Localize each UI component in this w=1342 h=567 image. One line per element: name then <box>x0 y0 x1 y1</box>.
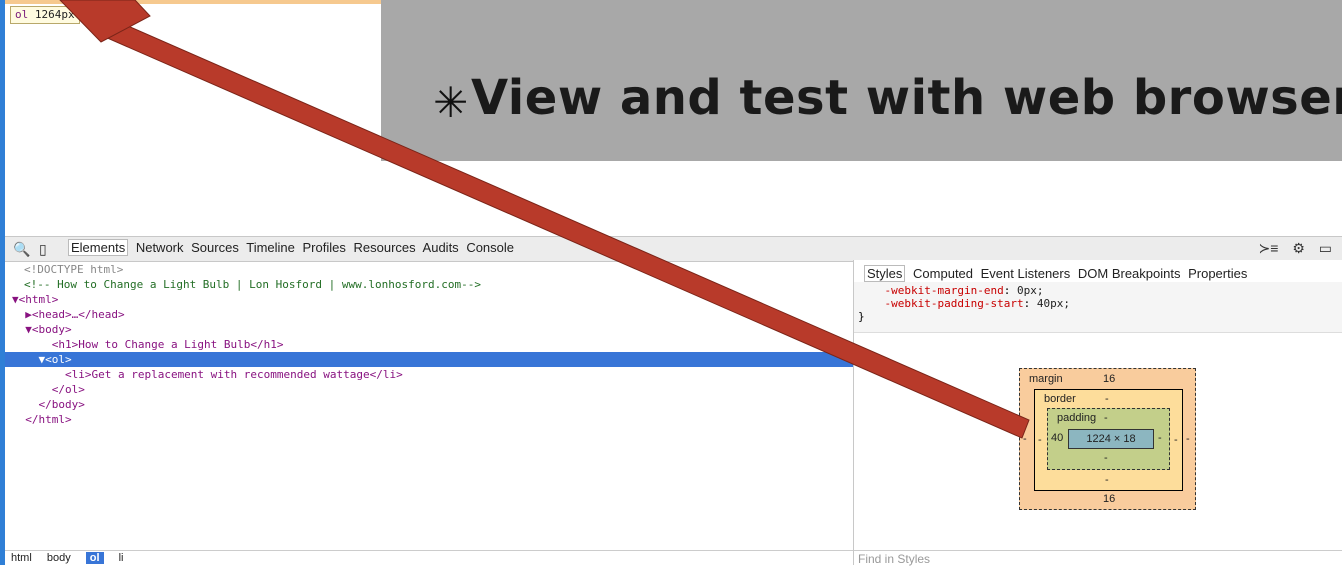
breadcrumb-html[interactable]: html <box>11 552 32 564</box>
dock-icon[interactable]: ▭ <box>1319 240 1332 256</box>
box-model-border: border - - - - padding - - 40 - 1224 × 1… <box>1034 389 1183 491</box>
margin-top-value[interactable]: 16 <box>1103 373 1115 385</box>
box-model-margin: margin 16 16 - - border - - - - padding … <box>1019 368 1196 510</box>
border-label: border <box>1044 393 1076 405</box>
devtools-toolbar: 🔍 ▯ Elements Network Sources Timeline Pr… <box>5 236 1342 262</box>
tooltip-tag: ol <box>15 8 29 21</box>
tab-sources[interactable]: Sources <box>191 240 239 255</box>
slide-text: View and test with web browser <box>471 70 1342 126</box>
css-close-brace: } <box>858 310 865 323</box>
devtools-tabs: Elements Network Sources Timeline Profil… <box>68 239 518 256</box>
tab-dom-breakpoints[interactable]: DOM Breakpoints <box>1078 266 1181 281</box>
dom-line[interactable]: ▼<body> <box>5 322 853 337</box>
tooltip-size: 1264px <box>34 8 75 21</box>
search-icon[interactable]: 🔍 <box>13 241 30 258</box>
breadcrumb-li[interactable]: li <box>119 552 124 564</box>
tab-profiles[interactable]: Profiles <box>303 240 346 255</box>
margin-bottom-value[interactable]: 16 <box>1103 493 1115 505</box>
padding-right-value[interactable]: - <box>1158 432 1162 444</box>
margin-label: margin <box>1029 373 1063 385</box>
border-bottom-value[interactable]: - <box>1105 474 1109 486</box>
padding-label: padding <box>1057 412 1097 424</box>
element-highlight <box>5 0 381 4</box>
tab-audits[interactable]: Audits <box>423 240 459 255</box>
dom-line[interactable]: <!DOCTYPE html> <box>5 262 853 277</box>
breadcrumb-ol[interactable]: ol <box>85 552 104 564</box>
find-in-styles-input[interactable]: Find in Styles <box>854 550 1342 566</box>
tab-console[interactable]: Console <box>466 240 514 255</box>
elements-tree: <!DOCTYPE html> <!-- How to Change a Lig… <box>5 262 853 550</box>
box-model-content[interactable]: 1224 × 18 <box>1068 429 1154 449</box>
dom-line[interactable]: </ol> <box>5 382 853 397</box>
tab-event-listeners[interactable]: Event Listeners <box>981 266 1071 281</box>
devtools-right-icons: ≻≡ ⚙ ▭ <box>1249 240 1332 257</box>
dom-line-selected[interactable]: ▼<ol> <box>5 352 853 367</box>
tab-computed[interactable]: Computed <box>913 266 973 281</box>
padding-left-value[interactable]: 40 <box>1051 432 1063 444</box>
box-model-padding: padding - - 40 - 1224 × 18 <box>1047 408 1170 470</box>
css-rule-block: -webkit-margin-end: 0px; -webkit-padding… <box>854 282 1342 333</box>
drawer-icon[interactable]: ≻≡ <box>1259 240 1279 256</box>
border-top-value[interactable]: - <box>1105 393 1109 405</box>
device-mode-icon[interactable]: ▯ <box>39 241 47 258</box>
styles-tabs: Styles Computed Event Listeners DOM Brea… <box>864 265 1251 282</box>
padding-bottom-value[interactable]: - <box>1104 452 1108 464</box>
slide-banner: ✳ View and test with web browser <box>381 0 1342 161</box>
tab-network[interactable]: Network <box>136 240 184 255</box>
gear-icon[interactable]: ⚙ <box>1292 240 1305 256</box>
box-model-diagram: margin 16 16 - - border - - - - padding … <box>1019 368 1196 510</box>
dom-line[interactable]: <li>Get a replacement with recommended w… <box>5 367 853 382</box>
padding-top-value[interactable]: - <box>1104 412 1108 424</box>
tab-timeline[interactable]: Timeline <box>246 240 295 255</box>
border-right-value[interactable]: - <box>1174 434 1178 446</box>
css-declaration[interactable]: -webkit-margin-end: 0px; <box>854 284 1342 297</box>
dom-line[interactable]: </html> <box>5 412 853 427</box>
bullet-icon: ✳ <box>433 78 469 127</box>
breadcrumb: html body ol li <box>5 550 853 566</box>
css-declaration[interactable]: -webkit-padding-start: 40px; <box>854 297 1342 310</box>
tab-resources[interactable]: Resources <box>354 240 416 255</box>
dom-line[interactable]: ▶<head>…</head> <box>5 307 853 322</box>
margin-right-value[interactable]: - <box>1186 433 1190 445</box>
tab-properties[interactable]: Properties <box>1188 266 1247 281</box>
dom-line[interactable]: <h1>How to Change a Light Bulb</h1> <box>5 337 853 352</box>
dom-line[interactable]: </body> <box>5 397 853 412</box>
dom-line[interactable]: ▼<html> <box>5 292 853 307</box>
element-size-tooltip: ol 1264px <box>10 6 80 24</box>
dom-line[interactable]: <!-- How to Change a Light Bulb | Lon Ho… <box>5 277 853 292</box>
border-left-value[interactable]: - <box>1038 434 1042 446</box>
tab-styles[interactable]: Styles <box>864 265 906 282</box>
tab-elements[interactable]: Elements <box>68 239 129 256</box>
margin-left-value[interactable]: - <box>1023 433 1027 445</box>
breadcrumb-body[interactable]: body <box>47 552 71 564</box>
